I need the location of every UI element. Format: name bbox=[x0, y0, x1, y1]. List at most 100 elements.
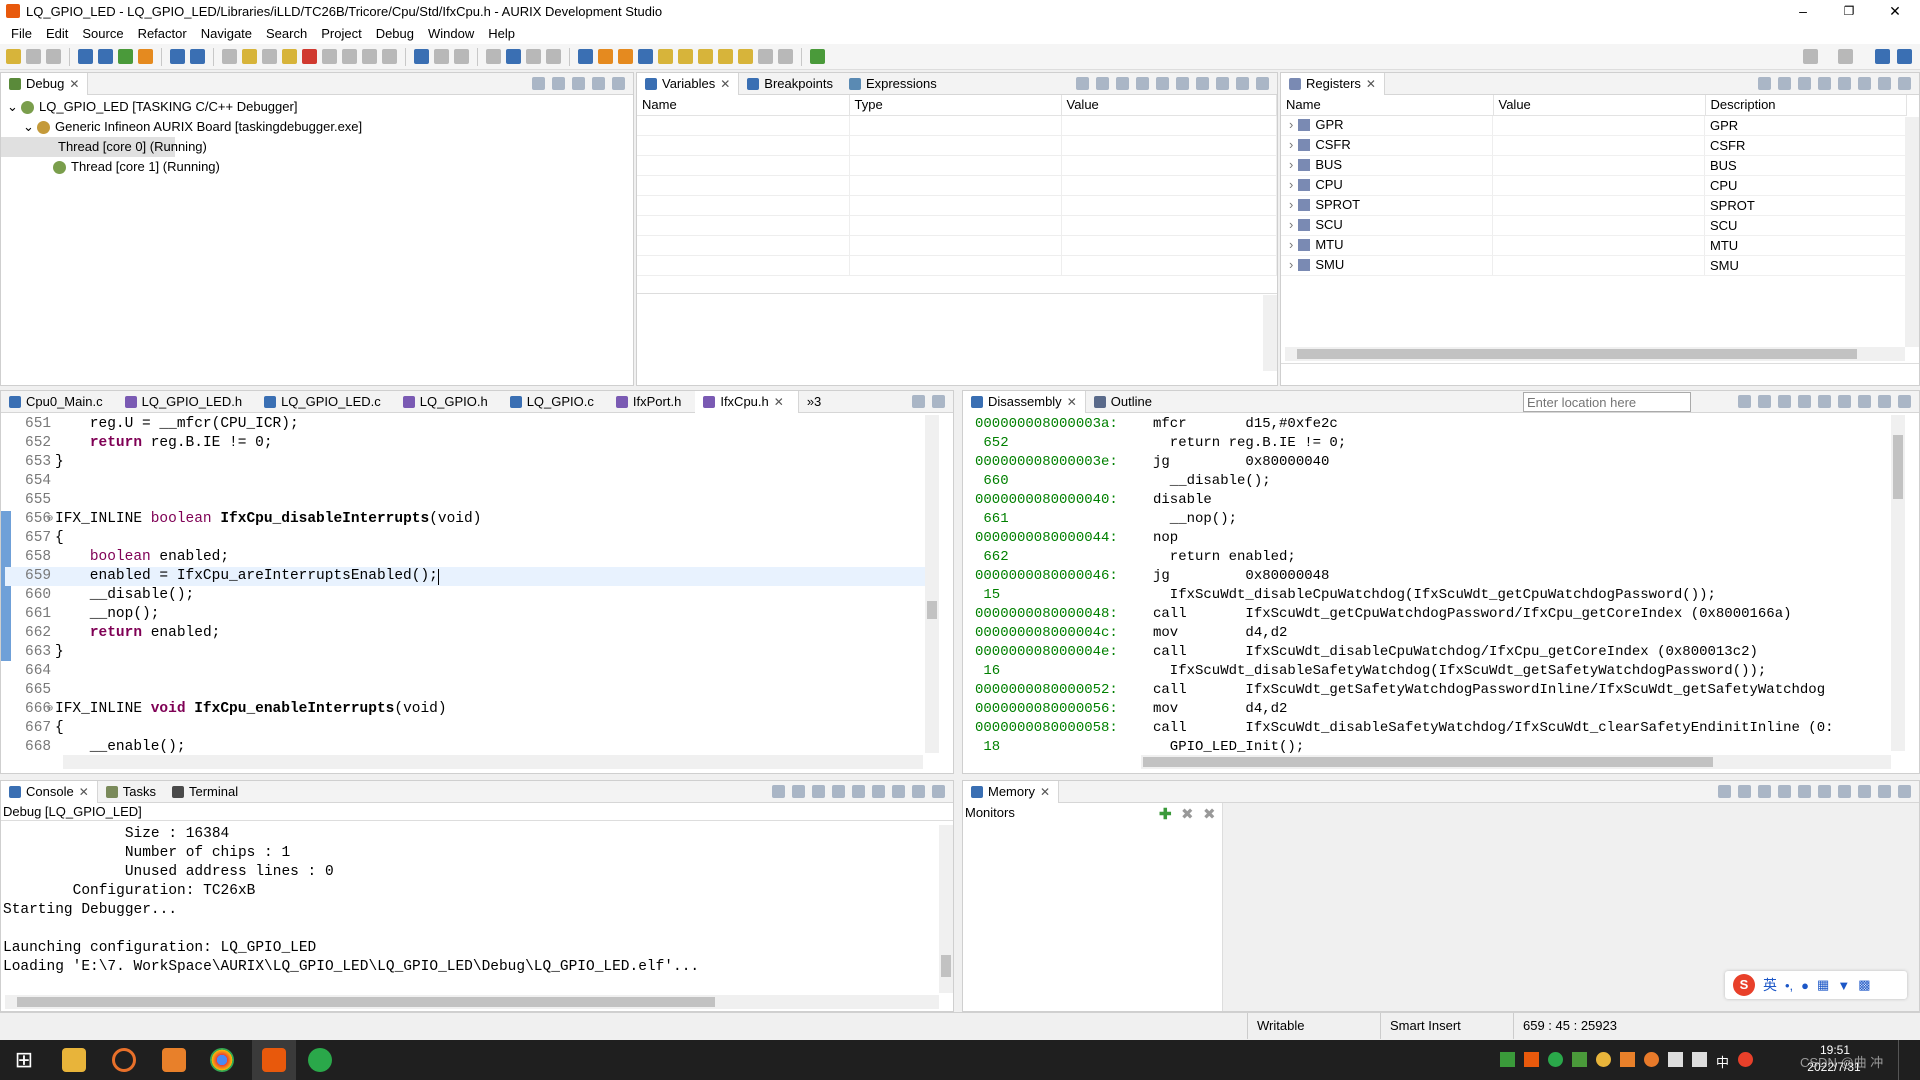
expand-icon[interactable]: › bbox=[1289, 115, 1293, 135]
tool-icon[interactable] bbox=[1196, 77, 1209, 90]
minimize-icon[interactable] bbox=[1878, 395, 1891, 408]
code-line[interactable]: 657{ bbox=[5, 529, 925, 548]
debug-perspective-icon[interactable] bbox=[1875, 49, 1890, 64]
code-line[interactable]: 656 ⊖ IFX_INLINE boolean IfxCpu_disableInt… bbox=[5, 510, 925, 529]
code-line[interactable]: 651 reg.U = __mfcr(CPU_ICR); bbox=[5, 415, 925, 434]
tool-icon[interactable] bbox=[792, 785, 805, 798]
file-explorer-icon[interactable] bbox=[62, 1048, 86, 1072]
minimize-icon[interactable] bbox=[912, 785, 925, 798]
column-header[interactable]: Description bbox=[1705, 95, 1907, 116]
tab-terminal[interactable]: Terminal bbox=[164, 781, 246, 803]
volume-icon[interactable] bbox=[1692, 1052, 1707, 1067]
tab-disassembly[interactable]: Disassembly ✕ bbox=[963, 390, 1086, 413]
registers-scrollbar[interactable] bbox=[1905, 117, 1919, 347]
console-output[interactable]: Size : 16384 Number of chips : 1 Unused … bbox=[1, 825, 937, 977]
show-desktop-button[interactable] bbox=[1898, 1040, 1904, 1080]
menu-search[interactable]: Search bbox=[259, 26, 314, 41]
step-back-icon[interactable] bbox=[222, 49, 237, 64]
code-line[interactable]: 662 return enabled; bbox=[5, 624, 925, 643]
link-icon[interactable] bbox=[638, 49, 653, 64]
minimize-icon[interactable] bbox=[912, 395, 925, 408]
editor-tab[interactable]: LQ_GPIO.c bbox=[502, 391, 608, 413]
code-line[interactable]: 659 enabled = IfxCpu_areInterruptsEnable… bbox=[5, 567, 925, 586]
code-line[interactable]: 652 return reg.B.IE != 0; bbox=[5, 434, 925, 453]
close-icon[interactable]: ✕ bbox=[69, 77, 79, 91]
tool-icon[interactable] bbox=[1738, 785, 1751, 798]
register-row[interactable]: › BUS BUS bbox=[1281, 155, 1907, 176]
tray-icon[interactable] bbox=[1548, 1052, 1563, 1067]
perspective-icon[interactable] bbox=[506, 49, 521, 64]
expand-icon[interactable]: › bbox=[1289, 235, 1293, 255]
help-icon[interactable] bbox=[578, 49, 593, 64]
close-button[interactable]: ✕ bbox=[1872, 0, 1918, 22]
terminate-icon[interactable] bbox=[302, 49, 317, 64]
register-row[interactable]: › SCU SCU bbox=[1281, 215, 1907, 236]
tree-item-launch[interactable]: ⌄ LQ_GPIO_LED [TASKING C/C++ Debugger] bbox=[1, 97, 633, 117]
external-tools-icon[interactable] bbox=[138, 49, 153, 64]
punctuation-icon[interactable]: •, bbox=[1785, 978, 1793, 993]
column-header[interactable]: Value bbox=[1493, 95, 1706, 116]
editor-tab[interactable]: Cpu0_Main.c bbox=[1, 391, 117, 413]
register-value[interactable] bbox=[1493, 175, 1705, 195]
maximize-icon[interactable] bbox=[612, 77, 625, 90]
disassembly-line[interactable]: 000000008000003e: jg 0x80000040 bbox=[967, 453, 1891, 472]
tray-icon[interactable] bbox=[1572, 1052, 1587, 1067]
register-row[interactable]: › CSFR CSFR bbox=[1281, 135, 1907, 156]
highlight-icon[interactable] bbox=[658, 49, 673, 64]
tool-icon[interactable] bbox=[1738, 395, 1751, 408]
expander-icon[interactable]: ⌄ bbox=[23, 117, 37, 137]
tool-icon[interactable] bbox=[1818, 395, 1831, 408]
tool-icon[interactable] bbox=[1076, 77, 1089, 90]
remove-all-icon[interactable]: ✖ bbox=[1203, 805, 1216, 823]
resume-icon[interactable] bbox=[262, 49, 277, 64]
menu-source[interactable]: Source bbox=[75, 26, 130, 41]
tool-icon[interactable] bbox=[1818, 77, 1831, 90]
tray-icon[interactable] bbox=[1524, 1052, 1539, 1067]
editor-vscroll[interactable] bbox=[925, 415, 939, 753]
wechat-icon[interactable] bbox=[308, 1048, 332, 1072]
minimize-icon[interactable] bbox=[1878, 77, 1891, 90]
editor-hscroll[interactable] bbox=[63, 755, 923, 769]
globe-icon[interactable] bbox=[546, 49, 561, 64]
register-value[interactable] bbox=[1493, 135, 1705, 155]
ime-indicator[interactable]: 中 bbox=[1716, 1052, 1729, 1071]
chrome-icon[interactable] bbox=[210, 1048, 234, 1072]
save-all-icon[interactable] bbox=[46, 49, 61, 64]
tree-item-thread-0[interactable]: Thread [core 0] (Running) bbox=[1, 137, 207, 157]
tab-tasks[interactable]: Tasks bbox=[98, 781, 164, 803]
tab-expressions[interactable]: Expressions bbox=[841, 73, 945, 95]
column-header[interactable]: Type bbox=[849, 95, 1062, 116]
open-type-icon[interactable] bbox=[170, 49, 185, 64]
minimize-button[interactable]: – bbox=[1780, 0, 1826, 22]
tool-icon[interactable] bbox=[1176, 77, 1189, 90]
tool-icon[interactable] bbox=[1778, 785, 1791, 798]
disassembly-line[interactable]: 0000000080000056: mov d4,d2 bbox=[967, 700, 1891, 719]
code-line[interactable]: 664 bbox=[5, 662, 925, 681]
list-icon[interactable] bbox=[434, 49, 449, 64]
step-over-icon[interactable] bbox=[362, 49, 377, 64]
code-line[interactable]: 654 bbox=[5, 472, 925, 491]
view-menu-icon[interactable] bbox=[572, 77, 585, 90]
terminal-icon[interactable] bbox=[486, 49, 501, 64]
tool-icon[interactable] bbox=[1798, 395, 1811, 408]
close-icon[interactable]: ✕ bbox=[1040, 785, 1050, 799]
tool-icon[interactable] bbox=[1798, 785, 1811, 798]
tree-item-board[interactable]: ⌄ Generic Infineon AURIX Board [taskingde… bbox=[1, 117, 633, 137]
menu-debug[interactable]: Debug bbox=[369, 26, 421, 41]
disassembly-line[interactable]: 661 __nop(); bbox=[967, 510, 1891, 529]
menu-refactor[interactable]: Refactor bbox=[131, 26, 194, 41]
tool-icon[interactable] bbox=[1758, 785, 1771, 798]
apps-icon[interactable]: ▩ bbox=[1858, 977, 1870, 993]
view-menu-icon[interactable] bbox=[1858, 785, 1871, 798]
mic-icon[interactable]: ● bbox=[1801, 978, 1809, 993]
disassembly-line[interactable]: 660 __disable(); bbox=[967, 472, 1891, 491]
disassembly-line[interactable]: 0000000080000058: call IfxScuWdt_disableS… bbox=[967, 719, 1891, 738]
close-icon[interactable]: ✕ bbox=[1366, 77, 1376, 91]
disassembly-hscroll[interactable] bbox=[1141, 755, 1891, 769]
tool-icon[interactable] bbox=[872, 785, 885, 798]
editor-tab[interactable]: IfxCpu.h ✕ bbox=[695, 390, 799, 413]
disassembly-line[interactable]: 000000008000004c: mov d4,d2 bbox=[967, 624, 1891, 643]
tray-icon[interactable] bbox=[1500, 1052, 1515, 1067]
run-icon[interactable] bbox=[118, 49, 133, 64]
view-menu-icon[interactable] bbox=[1858, 395, 1871, 408]
